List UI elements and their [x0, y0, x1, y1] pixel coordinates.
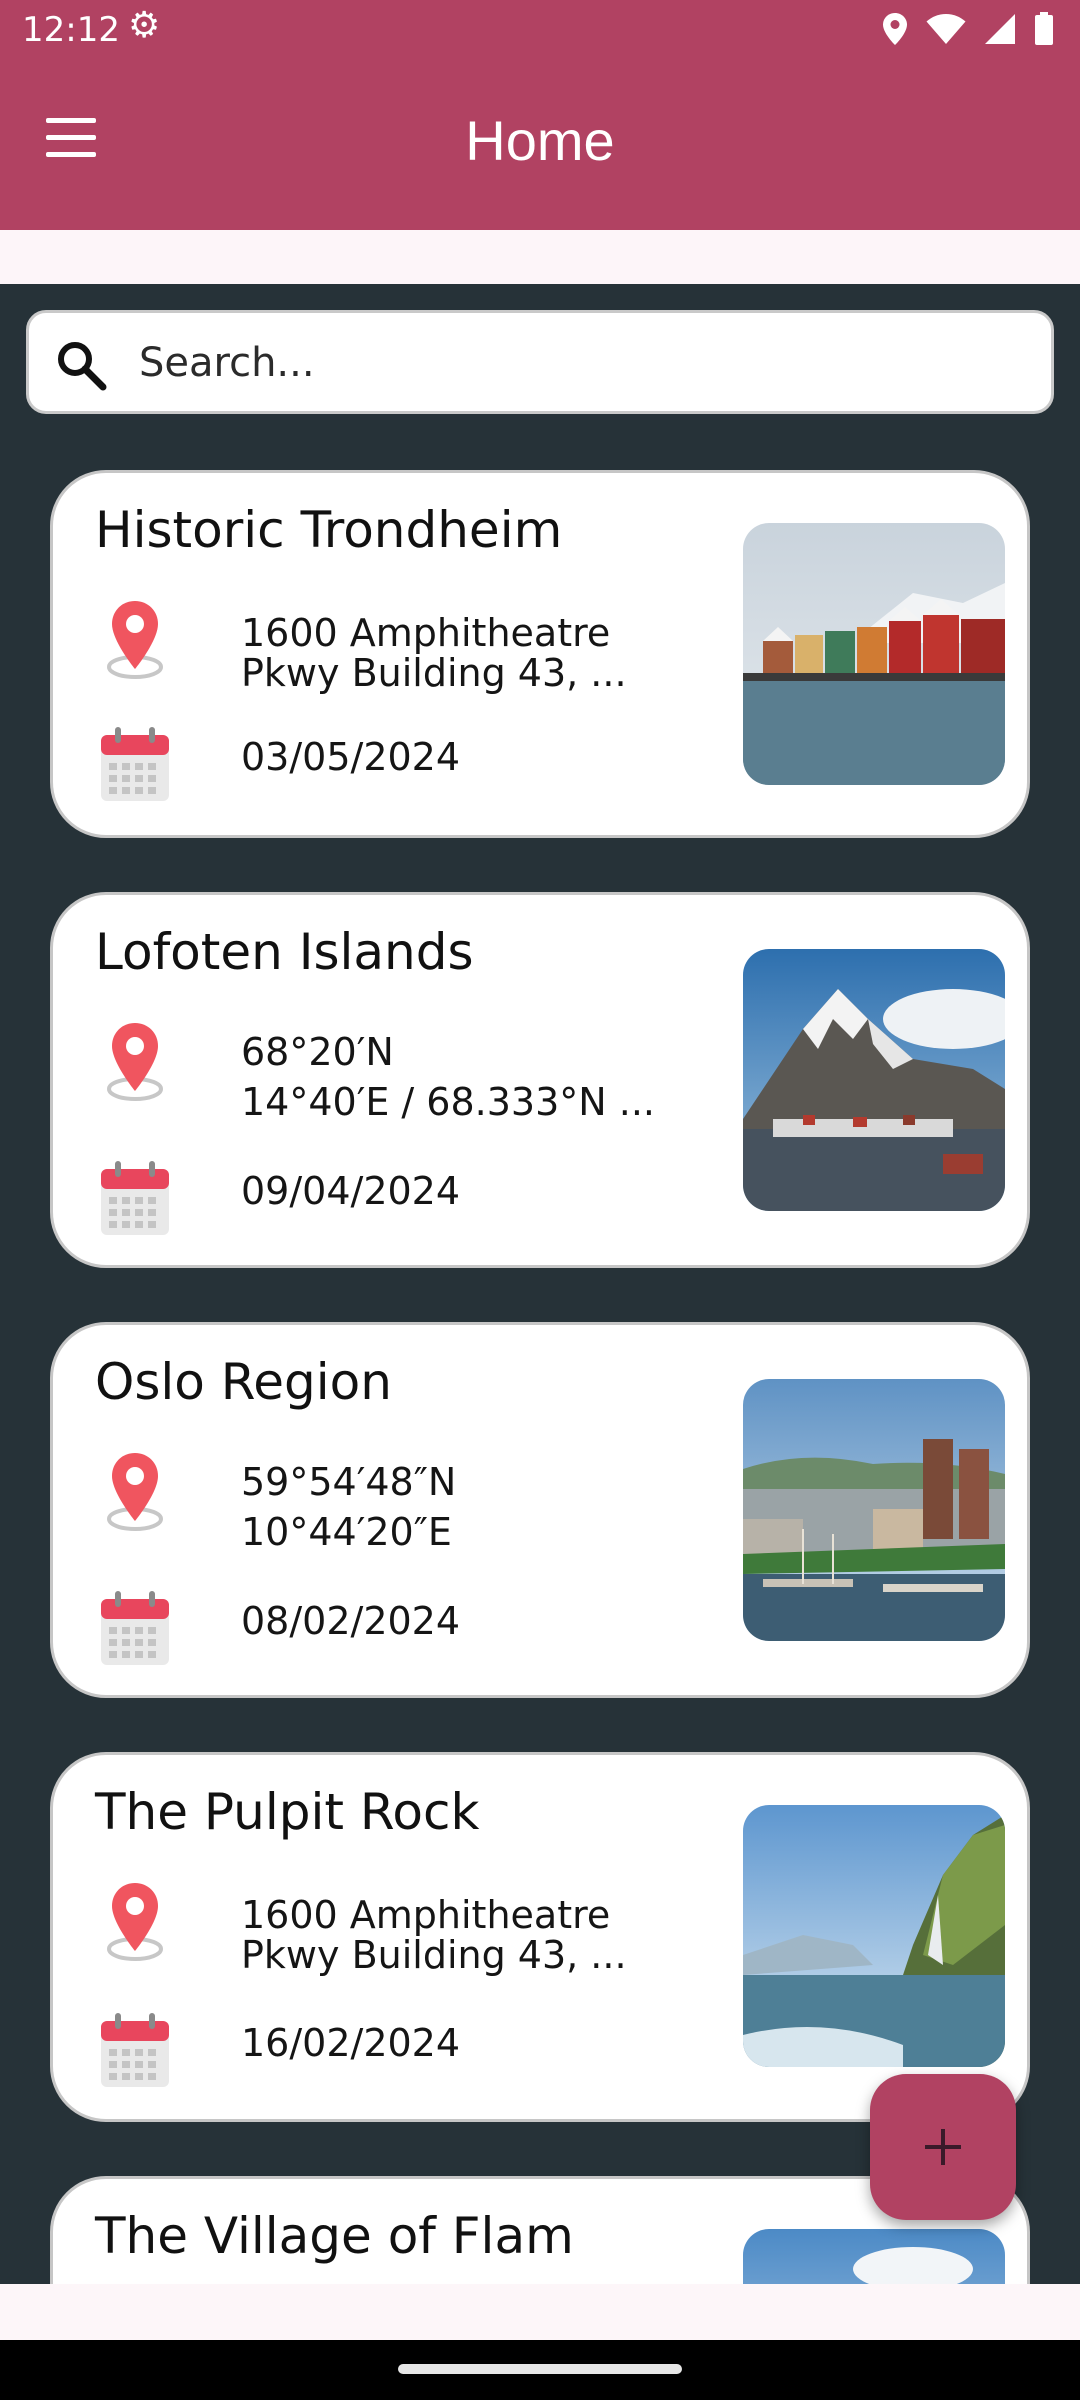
- location-line: 1600 Amphitheatre: [241, 611, 611, 655]
- place-photo: [743, 1805, 1005, 2067]
- status-icons: [882, 12, 1054, 46]
- location-icon: [883, 13, 907, 45]
- status-time: 12:12: [22, 10, 120, 50]
- place-card[interactable]: Historic Trondheim 1600 Amphitheatre Pkw…: [50, 470, 1030, 838]
- card-date: 08/02/2024: [241, 1599, 461, 1643]
- location-line: 14°40′E / 68.333°N ...: [241, 1080, 656, 1124]
- place-list[interactable]: Historic Trondheim 1600 Amphitheatre Pkw…: [0, 284, 1080, 2284]
- place-card[interactable]: The Pulpit Rock 1600 Amphitheatre Pkwy B…: [50, 1752, 1030, 2122]
- location-line: Pkwy Building 43, ...: [241, 1933, 627, 1977]
- app-bar: Home: [0, 62, 1080, 230]
- location-line: 59°54′48″N: [241, 1460, 457, 1504]
- calendar-icon: [101, 1161, 169, 1235]
- card-title: Oslo Region: [95, 1353, 392, 1411]
- system-nav-bar: [0, 2340, 1080, 2400]
- calendar-icon: [101, 2013, 169, 2087]
- map-pin-icon: [107, 1453, 163, 1531]
- status-bar: 12:12 ⚙: [0, 0, 1080, 62]
- toolbar-spacer: [0, 230, 1080, 284]
- search-bar[interactable]: [26, 310, 1054, 414]
- add-place-button[interactable]: [870, 2074, 1016, 2220]
- place-photo: [743, 949, 1005, 1211]
- calendar-icon: [101, 1591, 169, 1665]
- map-pin-icon: [107, 601, 163, 679]
- location-line: Pkwy Building 43, ...: [241, 651, 627, 695]
- map-pin-icon: [107, 1883, 163, 1961]
- place-photo: [743, 2229, 1005, 2284]
- wifi-icon: [926, 14, 966, 44]
- search-input[interactable]: [139, 331, 1019, 395]
- location-line: 10°44′20″E: [241, 1510, 452, 1554]
- gear-icon: ⚙: [128, 5, 161, 46]
- page-title: Home: [465, 109, 615, 172]
- search-icon: [58, 342, 107, 391]
- place-photo: [743, 1379, 1005, 1641]
- card-title: The Pulpit Rock: [95, 1783, 480, 1841]
- calendar-icon: [101, 727, 169, 801]
- location-line: 68°20′N: [241, 1030, 394, 1074]
- place-photo: [743, 523, 1005, 785]
- signal-icon: [985, 14, 1015, 44]
- map-pin-icon: [107, 1023, 163, 1101]
- card-title: Historic Trondheim: [95, 501, 563, 559]
- card-title: Lofoten Islands: [95, 923, 474, 981]
- place-card[interactable]: Oslo Region 59°54′48″N 10°44′20″E 08/02/…: [50, 1322, 1030, 1698]
- place-card[interactable]: Lofoten Islands 68°20′N 14°40′E / 68.333…: [50, 892, 1030, 1268]
- plus-icon: [925, 2129, 961, 2165]
- card-date: 16/02/2024: [241, 2021, 461, 2065]
- card-date: 09/04/2024: [241, 1169, 461, 1213]
- card-location: 1600 Amphitheatre Pkwy Building 43, ...: [241, 613, 711, 693]
- card-date: 03/05/2024: [241, 735, 461, 779]
- battery-icon: [1035, 12, 1053, 45]
- card-location: 1600 Amphitheatre Pkwy Building 43, ...: [241, 1895, 711, 1975]
- location-line: 1600 Amphitheatre: [241, 1893, 611, 1937]
- card-location: 68°20′N 14°40′E / 68.333°N ...: [241, 1027, 711, 1127]
- card-title: The Village of Flam: [95, 2207, 574, 2265]
- card-location: 59°54′48″N 10°44′20″E: [241, 1457, 711, 1557]
- home-gesture-handle[interactable]: [398, 2364, 682, 2374]
- bottom-spacer: [0, 2284, 1080, 2340]
